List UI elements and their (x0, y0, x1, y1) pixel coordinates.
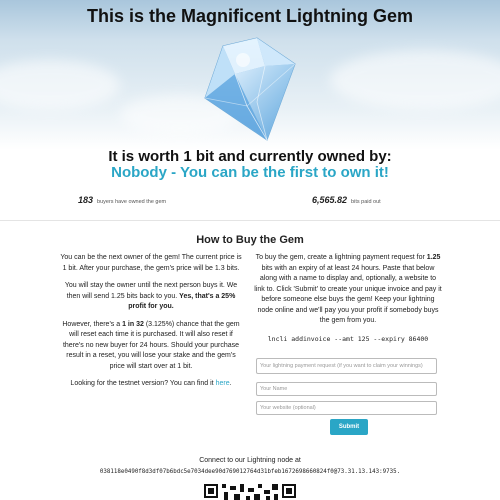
buyers-label: buyers have owned the gem (97, 199, 167, 205)
qr-code-icon (204, 484, 296, 500)
left-paragraph-2: You will stay the owner until the next p… (64, 282, 238, 310)
howto-left-column: You can be the next owner of the gem! Th… (60, 253, 242, 397)
buyers-stat: 183 buyers have owned the gem (78, 195, 166, 205)
bits-paid-stat: 6,565.82 bits paid out (312, 195, 381, 205)
website-input[interactable] (256, 401, 437, 415)
bits-paid-label: bits paid out (351, 199, 381, 205)
worth-text: It is worth 1 bit and currently owned by… (108, 148, 392, 165)
bits-paid-value: 6,565.82 (312, 195, 348, 205)
left-paragraph-4: Looking for the testnet version? You can… (70, 380, 232, 387)
payment-request-input[interactable] (256, 358, 437, 374)
owner-text: Nobody - You can be the first to own it! (111, 164, 389, 181)
connect-text: Connect to our Lightning node at (199, 457, 301, 464)
page-title: This is the Magnificent Lightning Gem (86, 6, 413, 26)
left-paragraph-3: However, there's a 1 in 32 (3.125%) chan… (62, 320, 240, 370)
howto-right-column: To buy the gem, create a lightning payme… (254, 253, 442, 350)
right-paragraph-1: To buy the gem, create a lightning payme… (254, 254, 442, 324)
lncli-command: lncli addinvoice --amt 125 --expiry 8640… (267, 334, 429, 343)
submit-button[interactable]: Submit (330, 419, 368, 435)
howto-heading: How to Buy the Gem (196, 234, 304, 246)
cloud-decoration (330, 50, 500, 110)
diamond-gem-icon (204, 37, 296, 141)
buyers-count: 183 (78, 195, 94, 205)
cloud-decoration (0, 60, 120, 110)
left-paragraph-1: You can be the next owner of the gem! Th… (60, 254, 242, 272)
name-input[interactable] (256, 382, 437, 396)
testnet-link[interactable]: here (216, 380, 230, 387)
node-id: 038118e0490f8d3df07b6bdc5e7034dee90d7690… (99, 469, 401, 475)
